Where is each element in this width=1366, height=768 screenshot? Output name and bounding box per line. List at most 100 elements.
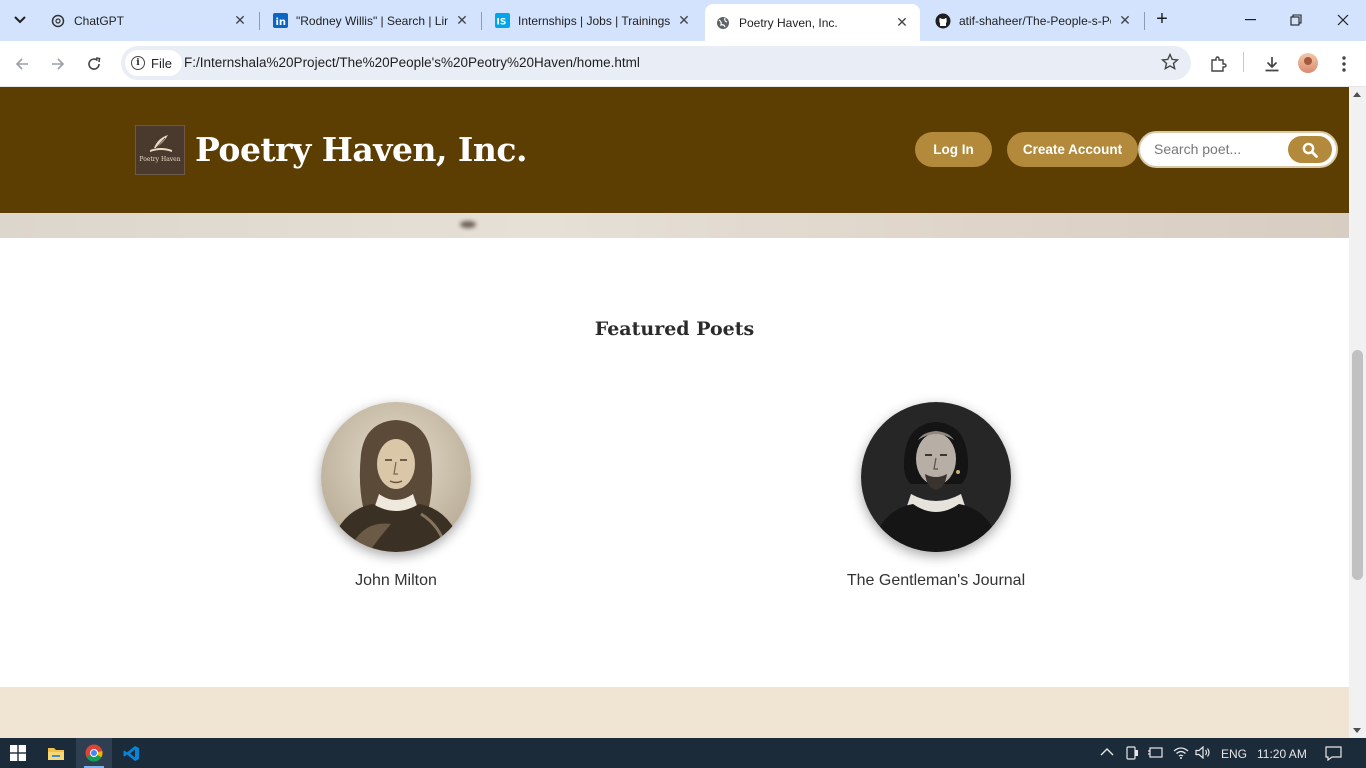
poet-portrait[interactable] — [861, 402, 1011, 552]
poet-name[interactable]: The Gentleman's Journal — [786, 572, 1086, 590]
scroll-up-arrow-icon[interactable] — [1353, 92, 1361, 97]
site-info-chip[interactable]: i File — [125, 50, 182, 76]
tab-title: Internships | Jobs | Trainings — [518, 13, 670, 28]
extensions-button[interactable] — [1204, 50, 1232, 78]
tab-github[interactable]: atif-shaheer/The-People-s-Poetry-Haven ✕ — [925, 5, 1143, 36]
close-icon[interactable]: ✕ — [454, 12, 470, 29]
back-button[interactable] — [7, 49, 37, 79]
vscode-icon — [123, 745, 139, 761]
address-bar[interactable]: i File F:/Internshala%20Project/The%20Pe… — [121, 46, 1191, 80]
downloads-button[interactable] — [1258, 50, 1286, 78]
tab-poetry-haven[interactable]: Poetry Haven, Inc. ✕ — [705, 4, 920, 41]
kebab-menu-icon — [1342, 56, 1346, 72]
bookmark-star-icon[interactable] — [1160, 52, 1180, 76]
restore-button[interactable] — [1273, 0, 1319, 40]
reload-icon — [88, 57, 101, 70]
tab-internshala[interactable]: IS Internships | Jobs | Trainings ✕ — [484, 5, 702, 36]
windows-logo-icon — [10, 745, 26, 761]
site-logo[interactable]: Poetry Haven — [135, 125, 185, 175]
tab-search-button[interactable] — [6, 6, 34, 34]
url-text[interactable]: F:/Internshala%20Project/The%20People's%… — [184, 55, 640, 70]
github-icon — [935, 13, 951, 29]
arrow-right-icon — [52, 58, 65, 70]
reload-button[interactable] — [79, 49, 109, 79]
notifications-icon[interactable] — [1325, 746, 1342, 764]
battery-icon[interactable] — [1147, 746, 1163, 762]
close-icon[interactable]: ✕ — [676, 12, 692, 29]
next-section-band — [0, 687, 1349, 738]
close-icon[interactable]: ✕ — [232, 12, 248, 29]
poet-portrait[interactable] — [321, 402, 471, 552]
search-icon — [1302, 142, 1318, 158]
file-explorer-button[interactable] — [38, 738, 74, 768]
start-button[interactable] — [0, 738, 36, 768]
chatgpt-icon — [50, 13, 66, 29]
browser-menu-button[interactable] — [1330, 50, 1358, 78]
tab-divider — [481, 12, 482, 30]
minimize-icon — [1244, 19, 1256, 21]
close-window-button[interactable] — [1320, 0, 1366, 40]
engraved-portrait-image — [321, 402, 471, 552]
toolbar-divider — [1243, 52, 1244, 72]
language-indicator[interactable]: ENG — [1221, 747, 1247, 761]
shakespeare-portrait-image — [861, 402, 1011, 552]
restore-icon — [1290, 14, 1302, 26]
page-viewport: Poetry Haven Poetry Haven, Inc. Log In C… — [0, 87, 1349, 738]
minimize-button[interactable] — [1227, 0, 1273, 40]
browser-tab-bar: ChatGPT ✕ in "Rodney Willis" | Search | … — [0, 0, 1366, 41]
poet-search — [1138, 131, 1338, 168]
login-button[interactable]: Log In — [915, 132, 992, 167]
tab-title: Poetry Haven, Inc. — [739, 15, 838, 30]
tab-chatgpt[interactable]: ChatGPT ✕ — [40, 5, 258, 36]
site-title[interactable]: Poetry Haven, Inc. — [195, 130, 527, 169]
scroll-thumb[interactable] — [1352, 350, 1363, 580]
linkedin-icon: in — [272, 13, 288, 29]
close-icon[interactable]: ✕ — [1117, 12, 1133, 29]
new-tab-button[interactable]: + — [1150, 8, 1174, 32]
tab-linkedin[interactable]: in "Rodney Willis" | Search | LinkedIn ✕ — [262, 5, 480, 36]
puzzle-icon — [1211, 56, 1227, 72]
download-icon — [1265, 57, 1279, 72]
tab-title: atif-shaheer/The-People-s-Poetry-Haven — [959, 13, 1111, 28]
site-info-label: File — [151, 55, 172, 71]
profile-avatar[interactable] — [1298, 53, 1318, 73]
forward-button[interactable] — [43, 49, 73, 79]
page-scrollbar[interactable] — [1349, 87, 1366, 738]
site-header: Poetry Haven Poetry Haven, Inc. Log In C… — [0, 87, 1349, 213]
wifi-icon[interactable] — [1173, 746, 1189, 762]
folder-icon — [48, 747, 64, 760]
internshala-icon: IS — [494, 13, 510, 29]
chrome-taskbar-button[interactable] — [76, 738, 112, 768]
chevron-down-icon — [14, 16, 26, 24]
create-account-button[interactable]: Create Account — [1007, 132, 1138, 167]
svg-text:in: in — [275, 17, 286, 28]
hero-image-strip — [0, 213, 1349, 238]
logo-text: Poetry Haven — [139, 156, 181, 163]
meet-now-icon[interactable] — [1126, 746, 1139, 763]
browser-toolbar: i File F:/Internshala%20Project/The%20Pe… — [0, 41, 1366, 87]
info-icon: i — [131, 56, 145, 70]
arrow-left-icon — [15, 58, 28, 70]
featured-poets-heading: Featured Poets — [594, 318, 755, 340]
volume-icon[interactable] — [1195, 745, 1211, 762]
chrome-icon — [85, 744, 103, 762]
svg-text:IS: IS — [496, 18, 506, 28]
search-input[interactable] — [1154, 141, 1284, 157]
close-icon — [1337, 14, 1349, 26]
tab-divider — [259, 12, 260, 30]
close-icon[interactable]: ✕ — [894, 14, 910, 31]
scroll-down-arrow-icon[interactable] — [1353, 728, 1361, 733]
poet-card[interactable]: John Milton — [246, 402, 546, 590]
windows-taskbar: ENG 11:20 AM — [0, 738, 1366, 768]
tab-divider — [1144, 12, 1145, 30]
feather-book-icon — [150, 135, 172, 152]
clock[interactable]: 11:20 AM — [1257, 747, 1307, 761]
tab-title: "Rodney Willis" | Search | LinkedIn — [296, 13, 448, 28]
poet-name[interactable]: John Milton — [246, 572, 546, 590]
globe-icon — [715, 15, 731, 31]
poet-card[interactable]: The Gentleman's Journal — [786, 402, 1086, 590]
search-button[interactable] — [1288, 136, 1332, 163]
tray-overflow-icon[interactable] — [1100, 746, 1114, 760]
tab-title: ChatGPT — [74, 13, 125, 28]
vscode-taskbar-button[interactable] — [113, 738, 149, 768]
